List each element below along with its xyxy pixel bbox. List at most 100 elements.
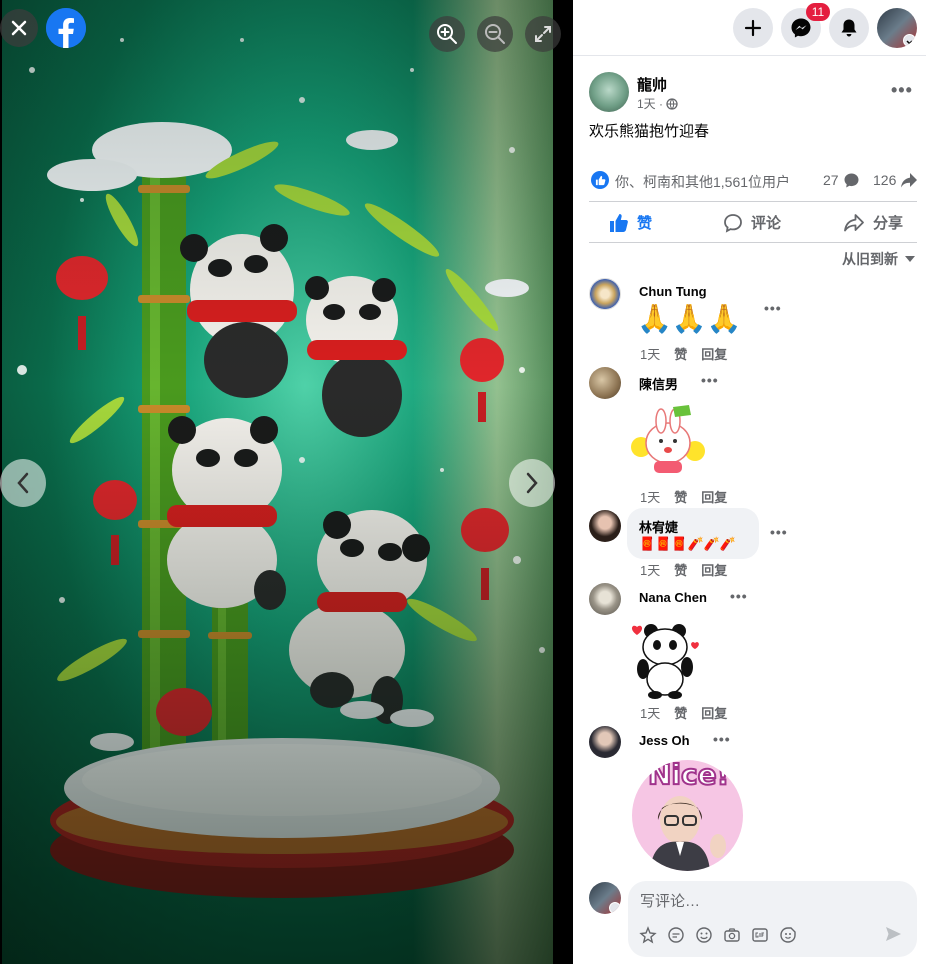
gif-button[interactable] [750,925,769,944]
chevron-down-icon [609,902,621,914]
like-button[interactable]: 赞 [609,212,652,233]
comment-text: 🧧🧧🧧🧨🧨🧨 [639,536,737,551]
account-menu-chevron-icon [903,34,916,47]
comment-reply-link[interactable]: 回复 [701,487,727,506]
comment-footer: 1天 赞 回复 [640,344,727,363]
comment-time[interactable]: 1天 [640,487,660,506]
close-button[interactable] [0,9,38,47]
share-label: 分享 [873,215,904,232]
photo-shade [2,0,553,964]
commenter-name[interactable]: 陳信男 [639,374,678,393]
go-bunny-sticker [631,405,705,473]
comment-text: 🙏🙏🙏 [637,303,742,334]
send-icon [886,927,901,941]
commenter-name[interactable]: Jess Oh [639,733,690,748]
comment-reply-link[interactable]: 回复 [701,703,727,722]
post-meta: 1天 · [637,95,678,112]
comment-reply-link[interactable]: 回复 [701,344,727,363]
camera-button[interactable] [722,925,741,944]
comment-sticker-button[interactable] [666,925,685,944]
commenter-name[interactable]: 林宥婕 [639,517,678,536]
post-actions: 赞 评论 分享 [589,201,917,243]
shares-count[interactable]: 126 [873,172,896,188]
comment-button[interactable]: 评论 [723,212,781,233]
send-button[interactable] [884,925,902,948]
comment-options-button[interactable]: ••• [713,731,731,747]
comment-like-link[interactable]: 赞 [674,560,687,579]
comment-reply-link[interactable]: 回复 [701,560,727,579]
post-caption: 欢乐熊猫抱竹迎春 [589,123,710,140]
commenter-avatar[interactable] [589,726,621,758]
commenter-avatar[interactable] [589,583,621,615]
like-reaction-icon [591,171,609,189]
globe-icon [666,97,678,110]
my-avatar[interactable] [589,882,621,914]
notifications-button[interactable] [829,8,869,48]
zoom-out-button[interactable] [477,16,513,52]
messenger-icon [791,18,811,38]
chevron-right-icon [526,472,538,494]
top-bar: 11 [573,0,926,56]
fullscreen-button[interactable] [525,16,561,52]
comment-like-link[interactable]: 赞 [674,703,687,722]
comment-options-button[interactable]: ••• [764,300,782,316]
comment-bubble-icon [844,173,859,188]
sort-label: 从旧到新 [842,251,898,267]
author-avatar[interactable] [589,72,629,112]
author-name[interactable]: 龍帅 [637,74,667,95]
chevron-left-icon [17,472,29,494]
account-avatar[interactable] [877,8,917,48]
zoom-out-icon [485,24,505,44]
comments-count[interactable]: 27 [823,172,839,188]
share-icon [844,213,864,231]
commenter-avatar[interactable] [589,278,621,310]
create-button[interactable] [733,8,773,48]
comment-options-button[interactable]: ••• [730,588,748,604]
comment-label: 评论 [751,215,782,232]
comment-options-button[interactable]: ••• [701,372,719,388]
nice-sticker: Nice! [632,760,743,871]
facebook-logo-icon [46,8,86,48]
comment-sort-dropdown[interactable]: 从旧到新 [842,249,916,269]
post-stats: 你、柯南和其他1,561位用户 27 126 [589,171,919,191]
share-button[interactable]: 分享 [843,212,903,233]
comment-time[interactable]: 1天 [640,344,660,363]
post-options-button[interactable]: ••• [891,80,913,101]
comment-like-link[interactable]: 赞 [674,344,687,363]
like-label: 赞 [637,215,653,232]
avatar-sticker-icon [638,925,657,944]
zoom-in-icon [437,24,457,44]
comment-icon [724,213,742,233]
commenter-name[interactable]: Nana Chen [639,590,707,605]
photo-viewer [0,0,573,964]
commenter-avatar[interactable] [589,367,621,399]
dancing-panda-sticker [631,624,699,699]
previous-photo-button[interactable] [0,459,46,507]
next-photo-button[interactable] [509,459,555,507]
thumbs-up-icon [610,213,628,232]
comment-composer[interactable]: 写评论… [628,881,917,957]
sticker-button[interactable] [778,925,797,944]
comment-time[interactable]: 1天 [640,703,660,722]
post-time[interactable]: 1天 · [637,95,663,112]
commenter-name[interactable]: Chun Tung [639,284,707,299]
commenter-avatar[interactable] [589,510,621,542]
avatar-sticker-button[interactable] [638,925,657,944]
emoji-button[interactable] [694,925,713,944]
comment-time[interactable]: 1天 [640,560,660,579]
reactions-summary[interactable]: 你、柯南和其他1,561位用户 [615,172,790,192]
zoom-in-button[interactable] [429,16,465,52]
gif-icon [751,927,768,942]
caret-down-icon [905,256,915,262]
comment-input-placeholder[interactable]: 写评论… [640,890,700,911]
sticker-icon [779,926,796,943]
comment-footer: 1天 赞 回复 [640,487,727,506]
post-panel: 11 龍帅 1天 · ••• 欢乐熊猫抱竹迎春 你、柯南和其他1,561位用户 … [573,0,926,964]
comment-footer: 1天 赞 回复 [640,703,727,722]
camera-icon [723,927,740,942]
facebook-logo-link[interactable] [46,8,86,48]
emoji-icon [695,926,712,943]
comment-like-link[interactable]: 赞 [674,487,687,506]
comment-options-button[interactable]: ••• [770,524,788,540]
composer-tools [638,925,797,944]
